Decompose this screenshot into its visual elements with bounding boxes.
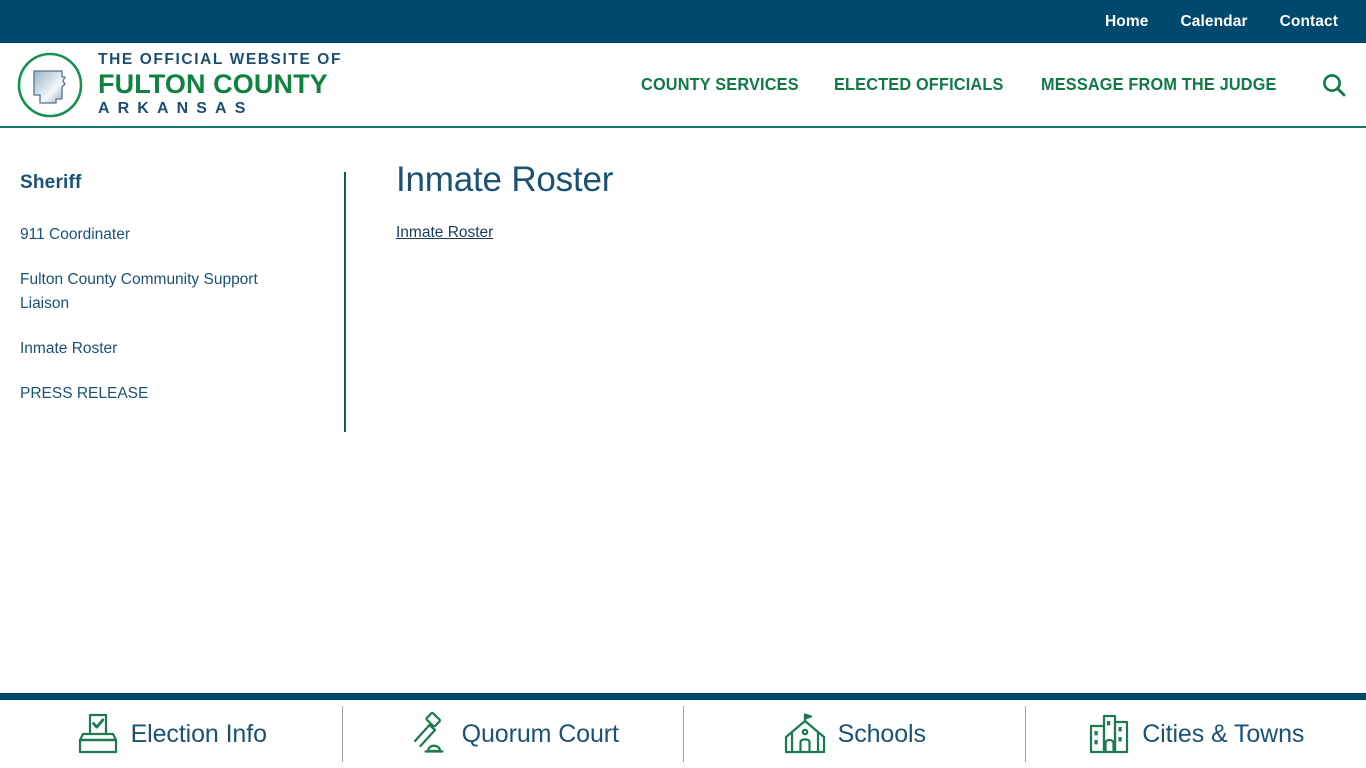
page-content: Sheriff 911 Coordinater Fulton County Co…	[0, 128, 1366, 677]
footer-item-election-info[interactable]: Election Info	[0, 704, 342, 764]
sidebar-item-911-coordinater[interactable]: 911 Coordinater	[20, 223, 310, 247]
nav-link-elected-officials[interactable]: ELECTED OFFICIALS	[834, 74, 1004, 95]
nav-link-county-services[interactable]: COUNTY SERVICES	[641, 74, 799, 95]
brand-wordmark: THE OFFICIAL WEBSITE OF FULTON COUNTY AR…	[98, 52, 342, 117]
brand-line-county: FULTON COUNTY	[98, 68, 328, 99]
search-icon[interactable]	[1320, 71, 1348, 99]
inmate-roster-link[interactable]: Inmate Roster	[396, 224, 493, 241]
footer-label-quorum-court: Quorum Court	[461, 719, 619, 748]
sidebar-item-community-support-liaison[interactable]: Fulton County Community Support Liaison	[20, 268, 310, 316]
footer-label-cities-towns: Cities & Towns	[1142, 719, 1305, 748]
brand-line-state: ARKANSAS	[98, 99, 254, 117]
brand-line-official: THE OFFICIAL WEBSITE OF	[98, 51, 343, 69]
topbar-link-calendar[interactable]: Calendar	[1180, 13, 1247, 31]
footer-item-quorum-court[interactable]: Quorum Court	[341, 704, 684, 764]
site-logo[interactable]: THE OFFICIAL WEBSITE OF FULTON COUNTY AR…	[0, 51, 342, 119]
nav-link-message-from-the-judge[interactable]: MESSAGE FROM THE JUDGE	[1041, 74, 1277, 95]
topbar-link-contact[interactable]: Contact	[1280, 13, 1338, 31]
buildings-icon	[1086, 712, 1132, 756]
site-header: THE OFFICIAL WEBSITE OF FULTON COUNTY AR…	[0, 43, 1366, 128]
sidebar-item-inmate-roster[interactable]: Inmate Roster	[20, 337, 310, 361]
footer-label-schools: Schools	[837, 719, 926, 748]
gavel-icon	[406, 712, 452, 756]
top-utility-bar: Home Calendar Contact	[0, 0, 1366, 43]
main-navigation: COUNTY SERVICES ELECTED OFFICIALS MESSAG…	[617, 71, 1366, 99]
sidebar-item-press-release[interactable]: PRESS RELEASE	[20, 382, 310, 406]
site-footer: Election Info Quorum Court Schools Citie…	[0, 700, 1366, 768]
arkansas-state-seal-icon	[16, 51, 84, 119]
topbar-link-home[interactable]: Home	[1105, 13, 1148, 31]
section-sidebar: Sheriff 911 Coordinater Fulton County Co…	[0, 172, 346, 432]
footer-item-schools[interactable]: Schools	[683, 704, 1025, 764]
ballot-box-icon	[75, 712, 121, 756]
main-column: Inmate Roster Inmate Roster	[346, 160, 1366, 677]
footer-item-cities-towns[interactable]: Cities & Towns	[1024, 704, 1366, 764]
page-title: Inmate Roster	[396, 160, 614, 199]
footer-label-election-info: Election Info	[130, 719, 267, 748]
footer-divider-bar	[0, 693, 1366, 700]
schoolhouse-icon	[782, 712, 828, 756]
sidebar-heading-sheriff: Sheriff	[20, 172, 82, 193]
